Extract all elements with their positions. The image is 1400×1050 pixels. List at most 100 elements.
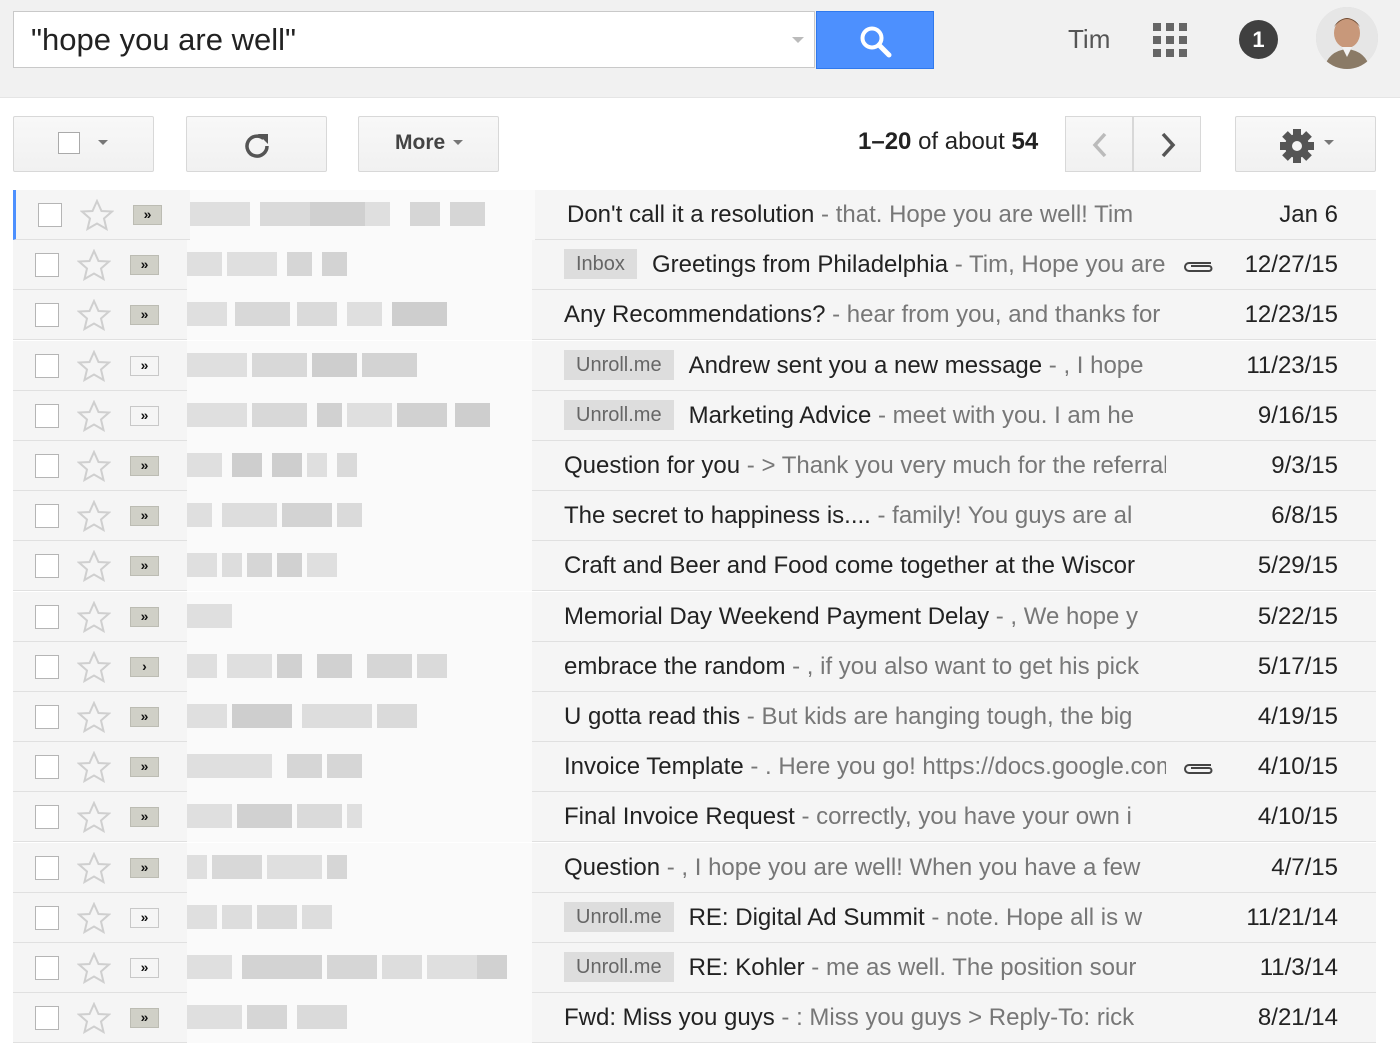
email-row[interactable]: » Unroll.me Marketing Advice - meet with y… [13, 390, 1376, 441]
email-row[interactable]: » Unroll.me RE: Digital Ad Summit - note. … [13, 892, 1376, 943]
star-icon[interactable] [77, 901, 111, 934]
message-preview[interactable]: Fwd: Miss you guys - : Miss you guys > R… [564, 993, 1166, 1043]
row-checkbox[interactable] [35, 604, 59, 629]
email-row[interactable]: » Unroll.me RE: Kohler - me as well. The p… [13, 943, 1376, 993]
row-checkbox[interactable] [35, 403, 59, 428]
search-options-chevron-icon[interactable] [792, 37, 804, 43]
star-icon[interactable] [77, 299, 111, 332]
select-all-checkbox[interactable] [58, 132, 80, 154]
row-checkbox[interactable] [35, 504, 59, 529]
message-preview[interactable]: Craft and Beer and Food come together at… [564, 541, 1166, 591]
message-preview[interactable]: Unroll.me RE: Digital Ad Summit - note. H… [564, 893, 1166, 943]
row-checkbox[interactable] [35, 956, 59, 980]
star-icon[interactable] [77, 600, 111, 633]
importance-marker-icon[interactable]: » [130, 506, 159, 527]
importance-marker-icon[interactable]: » [133, 205, 162, 225]
message-preview[interactable]: Invoice Template - . Here you go! https:… [564, 742, 1166, 792]
email-row[interactable]: » Any Recommendations? - hear from you, a… [13, 290, 1376, 341]
row-checkbox[interactable] [35, 353, 59, 378]
email-row[interactable]: » Fwd: Miss you guys - : Miss you guys > … [13, 993, 1376, 1044]
importance-marker-icon[interactable]: » [130, 857, 159, 878]
star-icon[interactable] [77, 1002, 111, 1035]
avatar[interactable] [1316, 7, 1378, 69]
message-preview[interactable]: Any Recommendations? - hear from you, an… [564, 290, 1166, 340]
star-icon[interactable] [77, 550, 111, 583]
importance-marker-icon[interactable]: » [130, 707, 159, 727]
email-row[interactable]: » Inbox Greetings from Philadelphia - Tim,… [13, 240, 1376, 291]
importance-marker-icon[interactable]: » [130, 606, 159, 627]
message-preview[interactable]: Question for you - > Thank you very much… [564, 441, 1166, 491]
importance-marker-icon[interactable]: › [130, 656, 159, 677]
email-row[interactable]: » Invoice Template - . Here you go! https… [13, 742, 1376, 793]
star-icon[interactable] [77, 500, 111, 533]
search-input[interactable] [14, 12, 774, 67]
star-icon[interactable] [77, 751, 111, 784]
row-checkbox[interactable] [35, 454, 59, 478]
email-row[interactable]: » Unroll.me Andrew sent you a new message … [13, 340, 1376, 391]
importance-marker-icon[interactable]: » [130, 305, 159, 326]
message-preview[interactable]: Final Invoice Request - correctly, you h… [564, 792, 1166, 842]
row-checkbox[interactable] [35, 654, 59, 679]
row-checkbox[interactable] [38, 203, 62, 227]
importance-marker-icon[interactable]: » [130, 907, 159, 928]
apps-grid-icon[interactable] [1153, 23, 1189, 59]
email-row[interactable]: » Craft and Beer and Food come together a… [13, 541, 1376, 592]
message-preview[interactable]: Inbox Greetings from Philadelphia - Tim, … [564, 240, 1166, 290]
row-checkbox[interactable] [35, 705, 59, 729]
importance-marker-icon[interactable]: » [130, 1008, 159, 1029]
notification-badge[interactable]: 1 [1239, 20, 1278, 59]
star-icon[interactable] [77, 450, 111, 482]
email-row[interactable]: » Don't call it a resolution - that. Hope… [13, 190, 1376, 240]
label-badge[interactable]: Unroll.me [564, 901, 674, 932]
star-icon[interactable] [77, 650, 111, 683]
star-icon[interactable] [77, 851, 111, 884]
row-checkbox[interactable] [35, 303, 59, 328]
message-preview[interactable]: Unroll.me Andrew sent you a new message -… [564, 341, 1166, 391]
row-checkbox[interactable] [35, 755, 59, 780]
user-name[interactable]: Tim [1068, 24, 1110, 55]
label-badge[interactable]: Unroll.me [564, 349, 674, 380]
row-checkbox[interactable] [35, 805, 59, 830]
row-checkbox[interactable] [35, 253, 59, 278]
email-row[interactable]: » U gotta read this - But kids are hangin… [13, 692, 1376, 742]
search-button[interactable] [816, 11, 934, 69]
message-preview[interactable]: Don't call it a resolution - that. Hope … [567, 190, 1169, 240]
select-all-dropdown[interactable] [13, 116, 154, 172]
row-checkbox[interactable] [35, 905, 59, 930]
importance-marker-icon[interactable]: » [130, 757, 159, 778]
importance-marker-icon[interactable]: » [130, 556, 159, 577]
email-row[interactable]: » Question - , I hope you are well! When … [13, 842, 1376, 893]
message-preview[interactable]: The secret to happiness is.... - family!… [564, 491, 1166, 541]
refresh-button[interactable] [186, 116, 327, 172]
row-checkbox[interactable] [35, 1006, 59, 1031]
star-icon[interactable] [77, 249, 111, 282]
importance-marker-icon[interactable]: » [130, 807, 159, 828]
email-row[interactable]: » Question for you - > Thank you very muc… [13, 441, 1376, 491]
star-icon[interactable] [77, 349, 111, 382]
importance-marker-icon[interactable]: » [130, 958, 159, 978]
email-row[interactable]: » Final Invoice Request - correctly, you … [13, 792, 1376, 843]
row-checkbox[interactable] [35, 855, 59, 880]
message-preview[interactable]: Question - , I hope you are well! When y… [564, 843, 1166, 893]
importance-marker-icon[interactable]: » [130, 405, 159, 426]
label-badge[interactable]: Unroll.me [564, 952, 674, 982]
more-actions-button[interactable]: More [358, 116, 499, 172]
email-row[interactable]: » The secret to happiness is.... - family… [13, 491, 1376, 542]
star-icon[interactable] [77, 801, 111, 834]
search-box[interactable] [13, 11, 815, 68]
label-badge[interactable]: Inbox [564, 249, 637, 280]
message-preview[interactable]: Unroll.me RE: Kohler - me as well. The po… [564, 943, 1166, 993]
star-icon[interactable] [77, 399, 111, 432]
star-icon[interactable] [80, 199, 114, 231]
email-row[interactable]: › embrace the random - , if you also want… [13, 641, 1376, 692]
email-row[interactable]: » Memorial Day Weekend Payment Delay - , … [13, 591, 1376, 642]
message-preview[interactable]: U gotta read this - But kids are hanging… [564, 692, 1166, 742]
label-badge[interactable]: Unroll.me [564, 399, 674, 430]
older-page-button[interactable] [1133, 116, 1201, 172]
importance-marker-icon[interactable]: » [130, 456, 159, 476]
star-icon[interactable] [77, 952, 111, 984]
settings-button[interactable] [1235, 116, 1376, 172]
message-preview[interactable]: embrace the random - , if you also want … [564, 642, 1166, 692]
message-preview[interactable]: Unroll.me Marketing Advice - meet with yo… [564, 391, 1166, 441]
star-icon[interactable] [77, 701, 111, 733]
